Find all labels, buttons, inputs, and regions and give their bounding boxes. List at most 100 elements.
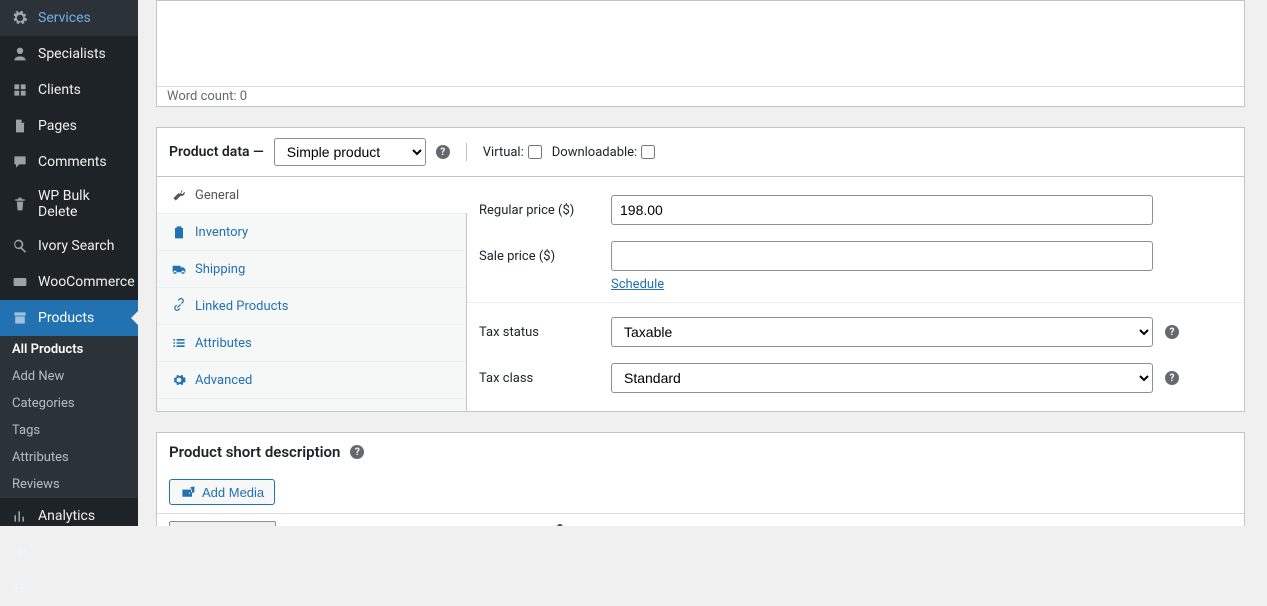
tab-attributes[interactable]: Attributes xyxy=(157,325,466,362)
downloadable-label: Downloadable: xyxy=(552,145,637,160)
truck-icon xyxy=(171,261,187,277)
sidebar-item-ivory-search[interactable]: Ivory Search xyxy=(0,228,138,264)
tab-label: Linked Products xyxy=(195,299,288,314)
search-icon xyxy=(10,236,30,256)
word-count-value: 0 xyxy=(240,89,247,104)
sidebar-item-label: Ivory Search xyxy=(38,238,114,254)
submenu-item-all-products[interactable]: All Products xyxy=(0,336,138,363)
schedule-link[interactable]: Schedule xyxy=(611,277,664,292)
tab-inventory[interactable]: Inventory xyxy=(157,214,466,251)
editor-textarea[interactable] xyxy=(157,1,1244,86)
tab-label: Attributes xyxy=(195,336,252,351)
align-center-button[interactable] xyxy=(480,518,508,526)
main-editor-panel: Word count: 0 xyxy=(156,0,1245,107)
numbered-list-button[interactable] xyxy=(384,518,412,526)
link-button[interactable] xyxy=(544,518,572,526)
admin-sidebar: Services Specialists Clients Pages Comments W… xyxy=(0,0,138,526)
virtual-label: Virtual: xyxy=(483,145,524,160)
wrench-icon xyxy=(171,187,187,203)
sidebar-item-label: Services xyxy=(38,10,91,26)
downloadable-option[interactable]: Downloadable: xyxy=(552,145,655,160)
tax-status-label: Tax status xyxy=(479,325,599,340)
sidebar-item-marketing[interactable]: Marketing xyxy=(0,534,138,570)
sidebar-item-label: Comments xyxy=(38,154,107,170)
cog-icon xyxy=(171,372,187,388)
tab-advanced[interactable]: Advanced xyxy=(157,362,466,399)
main-content: Word count: 0 Product data — Simple prod… xyxy=(138,0,1267,526)
editor-toolbar: Paragraph B I xyxy=(157,513,1244,526)
sidebar-item-label: Analytics xyxy=(38,508,95,524)
sidebar-item-label: WooCommerce xyxy=(38,274,135,290)
sidebar-item-elementor[interactable]: Elementor xyxy=(0,570,138,606)
sidebar-item-specialists[interactable]: Specialists xyxy=(0,36,138,72)
product-data-title: Product data xyxy=(169,144,250,160)
virtual-checkbox[interactable] xyxy=(528,145,542,159)
toolbar-toggle-button[interactable] xyxy=(640,518,668,526)
sidebar-item-label: Clients xyxy=(38,82,81,98)
product-data-header: Product data — Simple product ? Virtual:… xyxy=(157,128,1244,177)
fullscreen-button[interactable] xyxy=(608,518,636,526)
sidebar-item-label: Marketing xyxy=(38,544,101,560)
bold-button[interactable]: B xyxy=(288,518,316,526)
tab-label: General xyxy=(195,188,239,203)
help-icon[interactable]: ? xyxy=(350,445,364,459)
submenu-item-tags[interactable]: Tags xyxy=(0,417,138,444)
tab-general[interactable]: General xyxy=(157,177,466,214)
woo-icon xyxy=(10,272,30,292)
submenu-item-reviews[interactable]: Reviews xyxy=(0,471,138,498)
blockquote-button[interactable] xyxy=(416,518,444,526)
list-icon xyxy=(171,335,187,351)
short-description-title: Product short description xyxy=(169,443,340,461)
archive-icon xyxy=(10,308,30,328)
editor-footer: Word count: 0 xyxy=(157,86,1244,106)
help-icon[interactable]: ? xyxy=(436,145,450,159)
add-media-button[interactable]: Add Media xyxy=(169,479,275,505)
product-data-panel: Product data — Simple product ? Virtual:… xyxy=(156,127,1245,412)
sidebar-item-comments[interactable]: Comments xyxy=(0,144,138,180)
page-icon xyxy=(10,116,30,136)
add-media-label: Add Media xyxy=(202,485,264,500)
clipboard-icon xyxy=(171,224,187,240)
tab-label: Shipping xyxy=(195,262,245,277)
sale-price-label: Sale price ($) xyxy=(479,249,599,264)
help-icon[interactable]: ? xyxy=(1165,325,1179,339)
sidebar-item-label: Products xyxy=(38,310,94,326)
regular-price-label: Regular price ($) xyxy=(479,203,599,218)
sidebar-item-clients[interactable]: Clients xyxy=(0,72,138,108)
sidebar-item-services[interactable]: Services xyxy=(0,0,138,36)
grid-icon xyxy=(10,80,30,100)
align-left-button[interactable] xyxy=(448,518,476,526)
sidebar-item-label: Elementor xyxy=(38,580,101,596)
product-type-select[interactable]: Simple product xyxy=(274,138,426,166)
sidebar-item-woocommerce[interactable]: WooCommerce xyxy=(0,264,138,300)
virtual-option[interactable]: Virtual: xyxy=(483,145,542,160)
megaphone-icon xyxy=(10,542,30,562)
submenu-item-attributes[interactable]: Attributes xyxy=(0,444,138,471)
sidebar-item-products[interactable]: Products xyxy=(0,300,138,336)
help-icon[interactable]: ? xyxy=(1165,371,1179,385)
word-count-label: Word count: xyxy=(167,89,237,104)
tab-shipping[interactable]: Shipping xyxy=(157,251,466,288)
submenu-item-categories[interactable]: Categories xyxy=(0,390,138,417)
short-description-panel: Product short description ? Add Media Pa… xyxy=(156,432,1245,526)
sidebar-item-analytics[interactable]: Analytics xyxy=(0,498,138,534)
submenu-item-add-new[interactable]: Add New xyxy=(0,363,138,390)
tab-linked-products[interactable]: Linked Products xyxy=(157,288,466,325)
insert-more-button[interactable] xyxy=(576,518,604,526)
align-right-button[interactable] xyxy=(512,518,540,526)
sidebar-item-label: WP Bulk Delete xyxy=(38,188,128,220)
sale-price-input[interactable] xyxy=(611,241,1153,271)
products-submenu: All ProductsAdd NewCategoriesTagsAttribu… xyxy=(0,336,138,498)
elementor-icon xyxy=(10,578,30,598)
italic-button[interactable]: I xyxy=(320,518,348,526)
tab-label: Inventory xyxy=(195,225,248,240)
tax-status-select[interactable]: Taxable xyxy=(611,317,1153,347)
regular-price-input[interactable] xyxy=(611,195,1153,225)
format-select[interactable]: Paragraph xyxy=(169,521,276,527)
bullet-list-button[interactable] xyxy=(352,518,380,526)
sidebar-item-wp-bulk-delete[interactable]: WP Bulk Delete xyxy=(0,180,138,228)
link-icon xyxy=(171,298,187,314)
tax-class-select[interactable]: Standard xyxy=(611,363,1153,393)
downloadable-checkbox[interactable] xyxy=(641,145,655,159)
sidebar-item-pages[interactable]: Pages xyxy=(0,108,138,144)
